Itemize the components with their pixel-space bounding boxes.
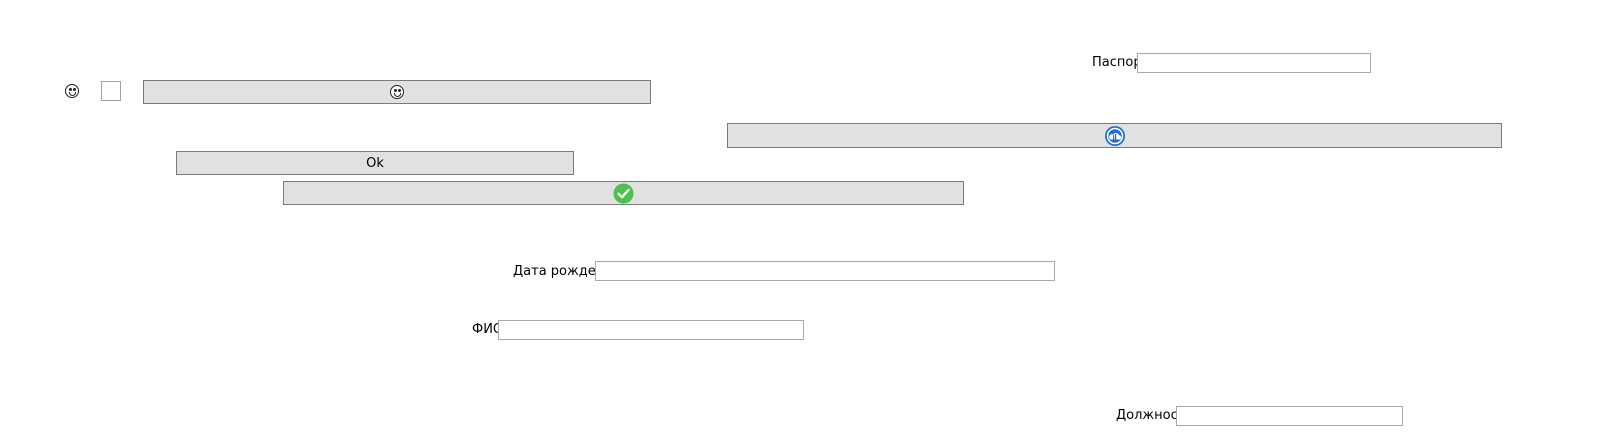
laughing-face-icon bbox=[65, 84, 79, 98]
check-button[interactable] bbox=[283, 181, 964, 205]
birth-date-field[interactable] bbox=[595, 261, 1055, 281]
emoji-button[interactable] bbox=[143, 80, 651, 104]
green-check-icon bbox=[613, 183, 634, 203]
position-field[interactable] bbox=[1176, 406, 1403, 426]
blue-cloud-icon bbox=[1104, 125, 1125, 146]
ok-button[interactable]: Ok bbox=[176, 151, 574, 175]
full-name-field[interactable] bbox=[498, 320, 804, 340]
laughing-face-icon bbox=[390, 85, 404, 99]
passport-field[interactable] bbox=[1137, 53, 1371, 73]
checkbox[interactable] bbox=[101, 81, 121, 101]
cloud-button[interactable] bbox=[727, 123, 1502, 148]
